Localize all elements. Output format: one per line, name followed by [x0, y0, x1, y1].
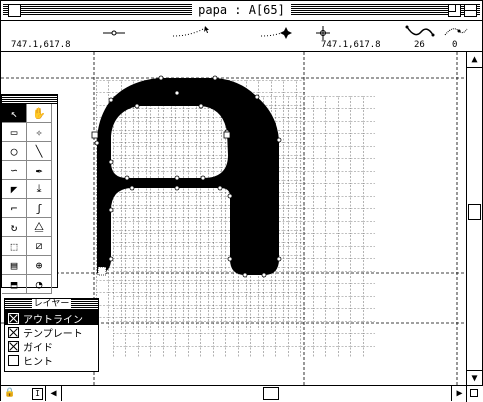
- star-tool[interactable]: ✧: [27, 123, 52, 142]
- horizontal-scroll-thumb[interactable]: [263, 387, 279, 400]
- curve-value: 26: [414, 40, 425, 50]
- tangent-point-icon: [172, 27, 206, 37]
- layer-row[interactable]: アウトライン: [5, 311, 98, 326]
- tool-grid: ↖ ✋ ▭ ✧ ◯ ╲ ∽ ✒ ◤ ⤓ ⌐ ʃ ↻ ⧋ ⬚ ⧄ ▤ ⊕ ⬒ ◔: [2, 104, 54, 294]
- rect-tool[interactable]: ▭: [2, 123, 27, 142]
- layer-visibility-checkbox[interactable]: [8, 354, 19, 366]
- layer-label: アウトライン: [23, 314, 83, 326]
- horizontal-scrollbar[interactable]: 🔒 I ◀ ▶: [1, 385, 467, 401]
- scale-tool[interactable]: ⬚: [2, 237, 27, 256]
- oval-tool[interactable]: ◯: [2, 142, 27, 161]
- measure-tool[interactable]: ▤: [2, 256, 27, 275]
- window-title-container: papa : A[65]: [1, 2, 482, 19]
- layer-row[interactable]: ガイド: [5, 339, 98, 354]
- perspective-tool[interactable]: ⬒: [2, 275, 27, 294]
- glyph-editor-window: papa : A[65] 747.1,617.8 747.1,617.8 26 …: [0, 0, 483, 402]
- curve-icon: [405, 25, 435, 37]
- line-tool[interactable]: ╲: [27, 142, 52, 161]
- arrow-tool[interactable]: ↖: [2, 104, 27, 123]
- curve-point-tool[interactable]: ʃ: [27, 199, 52, 218]
- layer-row[interactable]: ヒント: [5, 353, 98, 368]
- scroll-down-button[interactable]: ▼: [467, 370, 482, 386]
- scroll-up-button[interactable]: ▲: [467, 52, 482, 68]
- tool-palette: ↖ ✋ ▭ ✧ ◯ ╲ ∽ ✒ ◤ ⤓ ⌐ ʃ ↻ ⧋ ⬚ ⧄ ▤ ⊕ ⬒ ◔: [1, 94, 58, 294]
- resize-grip-icon[interactable]: [466, 385, 483, 402]
- corner-point-tool[interactable]: ⌐: [2, 199, 27, 218]
- knife-tool[interactable]: ◤: [2, 180, 27, 199]
- zoom-tool[interactable]: ⊕: [27, 256, 52, 275]
- freehand-tool[interactable]: ∽: [2, 161, 27, 180]
- selection-point-icon: [316, 26, 330, 40]
- layer-palette: レイヤー アウトライン テンプレート ガイドヒント: [4, 298, 99, 372]
- zoom-box[interactable]: [448, 4, 461, 17]
- scroll-right-button[interactable]: ▶: [451, 386, 467, 401]
- tool-palette-title[interactable]: [2, 95, 57, 104]
- scroll-left-button[interactable]: ◀: [45, 386, 62, 401]
- rotate-tool[interactable]: ↻: [2, 218, 27, 237]
- collapse-box[interactable]: [464, 4, 477, 17]
- title-bar[interactable]: papa : A[65]: [1, 1, 482, 21]
- hand-tool[interactable]: ✋: [27, 104, 52, 123]
- window-title: papa : A[65]: [192, 3, 291, 17]
- skew-tool[interactable]: ⧄: [27, 237, 52, 256]
- selection-coordinates: 747.1,617.8: [321, 40, 381, 50]
- layer-label: テンプレート: [23, 328, 83, 340]
- lock-icon[interactable]: 🔒: [4, 388, 15, 398]
- angle-icon: [444, 28, 468, 36]
- info-bar: 747.1,617.8 747.1,617.8 26 0: [1, 21, 482, 52]
- vertical-scroll-thumb[interactable]: [468, 204, 481, 220]
- pen-tool[interactable]: ✒: [27, 161, 52, 180]
- curve-point-icon: [103, 30, 125, 36]
- reflect-tool[interactable]: ⧋: [27, 218, 52, 237]
- layer-label: ガイド: [23, 342, 53, 354]
- layer-label: ヒント: [23, 356, 53, 368]
- layer-visibility-checkbox[interactable]: [8, 326, 19, 338]
- vertical-scrollbar[interactable]: ▲ ▼: [466, 52, 482, 386]
- text-cursor-icon[interactable]: I: [32, 388, 43, 400]
- layer-visibility-checkbox[interactable]: [8, 340, 19, 352]
- round-tool[interactable]: ◔: [27, 275, 52, 294]
- cursor-coordinates: 747.1,617.8: [11, 40, 71, 50]
- layer-list: アウトライン テンプレート ガイドヒント: [5, 311, 98, 368]
- layer-row[interactable]: テンプレート: [5, 325, 98, 340]
- layer-visibility-checkbox[interactable]: [8, 312, 19, 324]
- layer-palette-title-text: レイヤー: [31, 299, 72, 309]
- point-tool[interactable]: ⤓: [27, 180, 52, 199]
- layer-palette-title[interactable]: レイヤー: [5, 299, 98, 311]
- arrow-cursor-icon: [204, 26, 209, 33]
- angle-value: 0: [452, 40, 458, 50]
- point-type-icons: [103, 26, 292, 39]
